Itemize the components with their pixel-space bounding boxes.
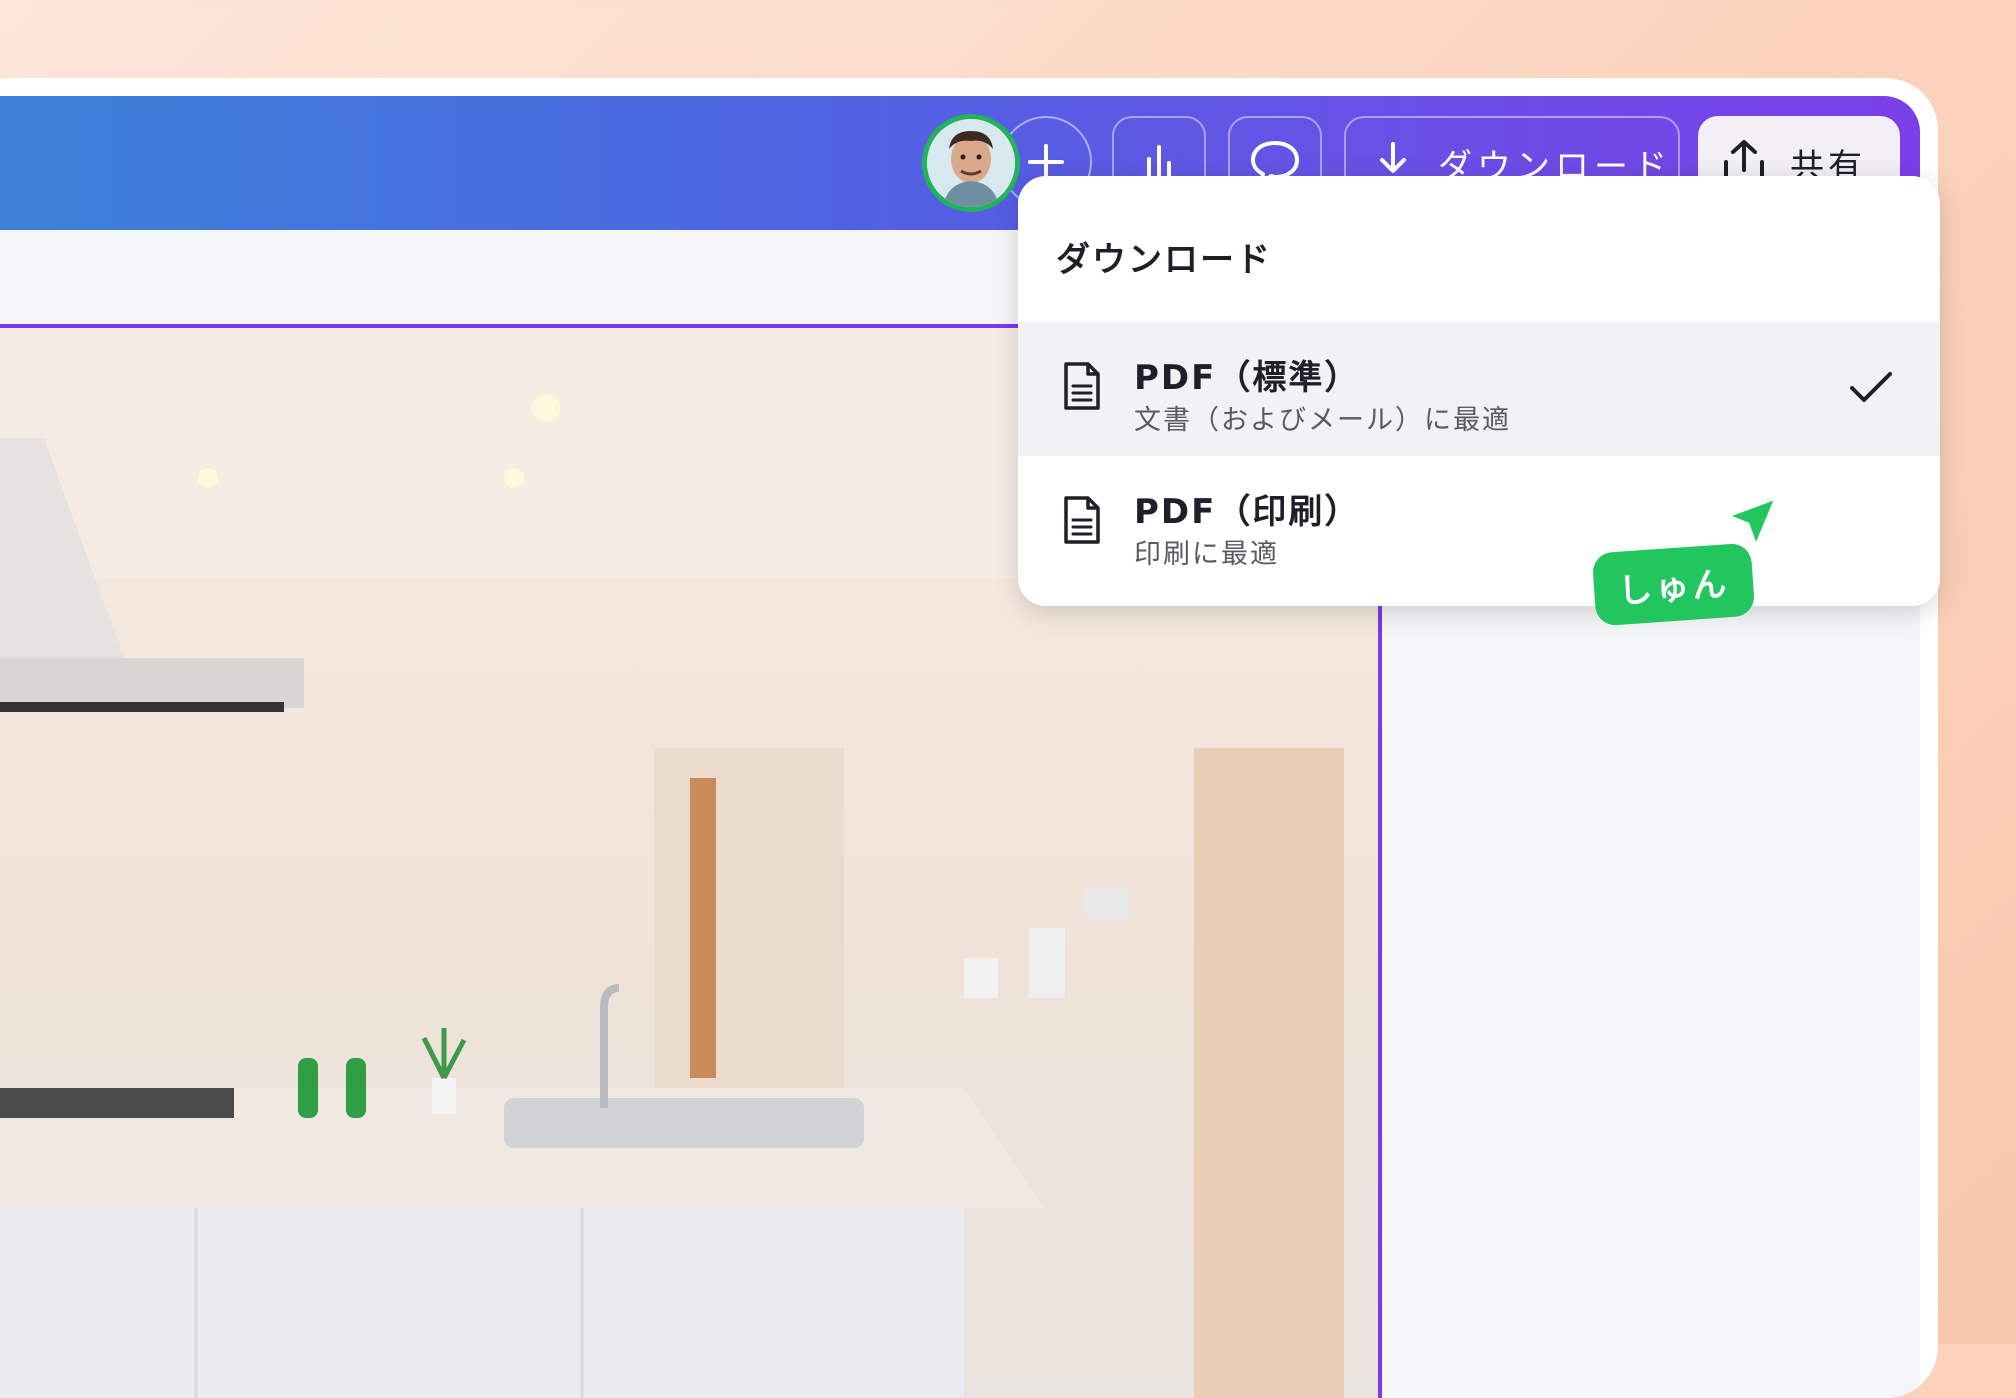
download-dropdown-panel: ダウンロード PDF（標準） 文書（およびメール）に最適 PDF（印刷） 印刷に… xyxy=(1018,176,1940,606)
document-icon xyxy=(1064,362,1100,410)
panel-title: ダウンロード xyxy=(1056,240,1272,280)
option-subtitle: 文書（およびメール）に最適 xyxy=(1134,405,1511,436)
option-title: PDF（標準） xyxy=(1134,358,1361,398)
user-avatar[interactable] xyxy=(922,114,1020,212)
option-title: PDF（印刷） xyxy=(1134,492,1361,532)
document-icon xyxy=(1064,496,1100,544)
collaborator-cursor-label: しゅん xyxy=(1591,542,1756,627)
download-option-pdf-standard[interactable]: PDF（標準） 文書（およびメール）に最適 xyxy=(1018,322,1940,456)
checkmark-icon xyxy=(1850,372,1892,402)
avatar-face-icon xyxy=(927,119,1015,207)
download-option-pdf-print[interactable]: PDF（印刷） 印刷に最適 xyxy=(1018,456,1940,590)
option-subtitle: 印刷に最適 xyxy=(1134,539,1279,570)
